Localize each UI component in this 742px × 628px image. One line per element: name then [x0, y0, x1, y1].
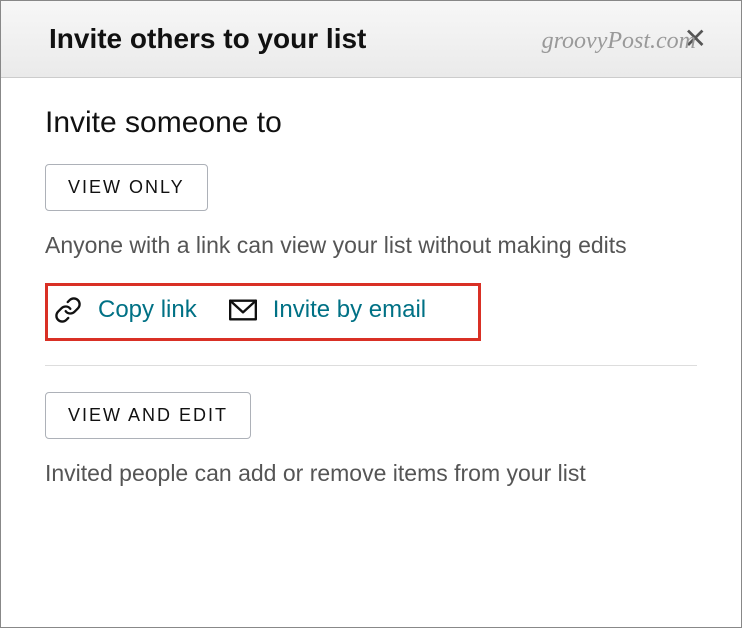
- dialog-header: Invite others to your list ✕: [1, 1, 741, 78]
- link-icon: [54, 296, 82, 324]
- email-icon: [229, 299, 257, 321]
- dialog-title: Invite others to your list: [49, 23, 366, 55]
- view-edit-description: Invited people can add or remove items f…: [45, 457, 697, 489]
- invite-email-action[interactable]: Invite by email: [229, 296, 426, 324]
- share-actions-row: Copy link Invite by email: [45, 283, 481, 341]
- view-only-description: Anyone with a link can view your list wi…: [45, 229, 697, 261]
- section-divider: [45, 365, 697, 366]
- copy-link-action[interactable]: Copy link: [54, 296, 197, 324]
- view-and-edit-button[interactable]: VIEW AND EDIT: [45, 392, 251, 439]
- invite-email-label: Invite by email: [273, 296, 426, 324]
- section-title: Invite someone to: [45, 106, 697, 140]
- view-only-button[interactable]: VIEW ONLY: [45, 164, 208, 211]
- close-button[interactable]: ✕: [678, 25, 713, 53]
- copy-link-label: Copy link: [98, 296, 197, 324]
- dialog-content: Invite someone to VIEW ONLY Anyone with …: [1, 78, 741, 539]
